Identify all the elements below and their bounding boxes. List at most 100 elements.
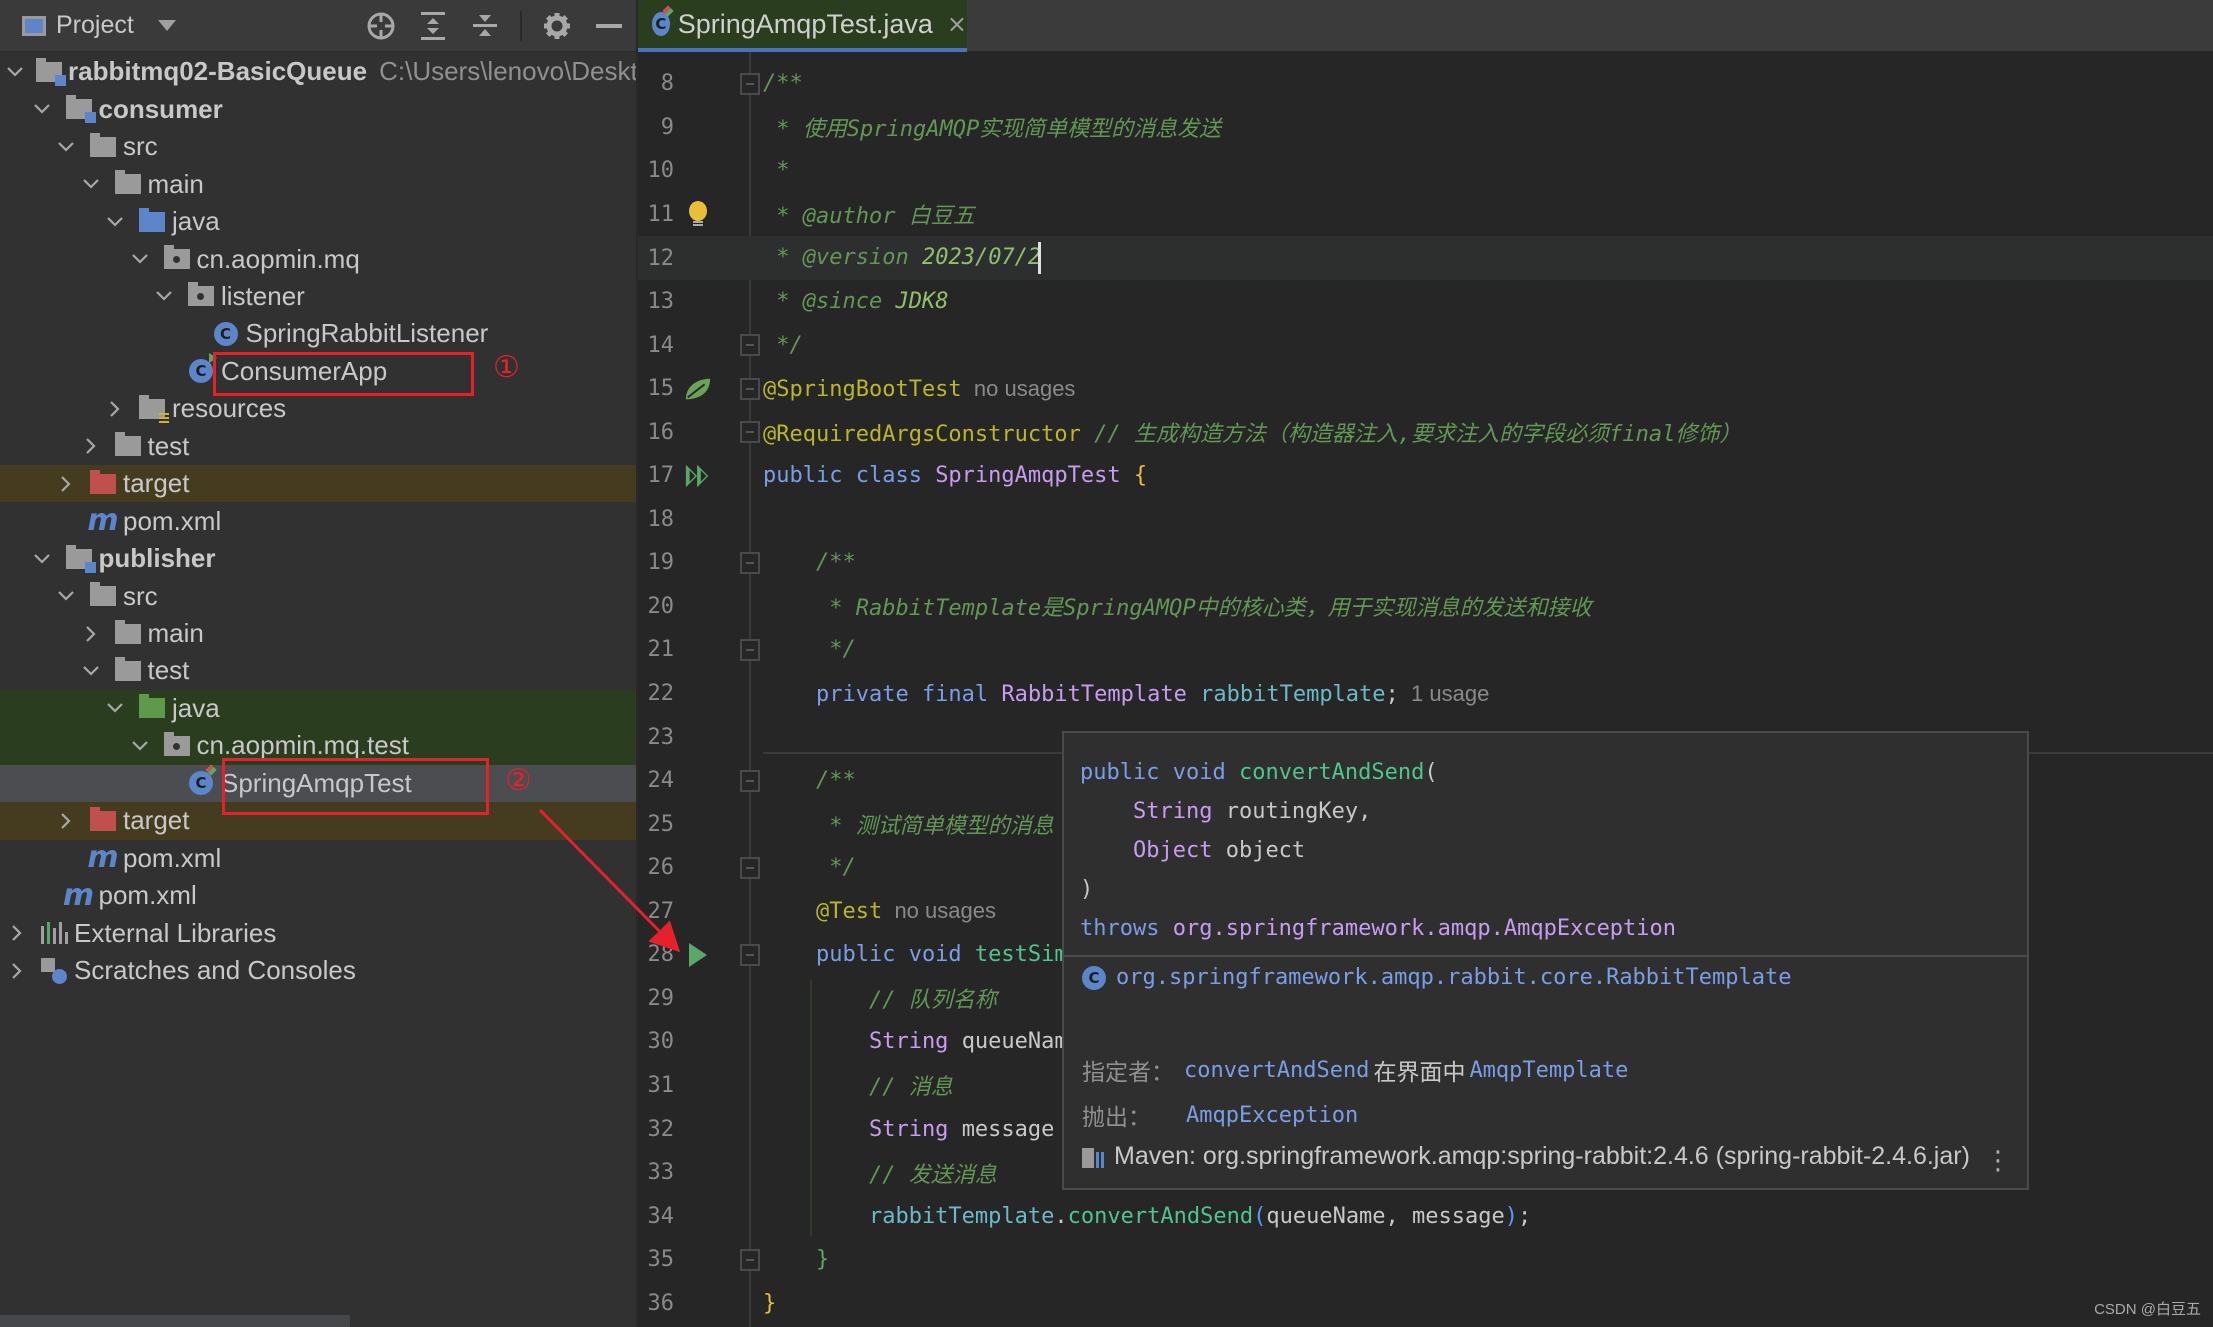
chevron-right-icon[interactable] [6,922,28,944]
code-line[interactable]: 19 /** [638,541,2213,585]
inlay-usage-hint[interactable]: no usages [882,898,996,923]
chevron-right-icon[interactable] [80,435,102,457]
code-line[interactable]: 36} [638,1281,2213,1325]
tree-item[interactable]: m pom.xml [0,839,636,877]
tree-item[interactable]: main [0,615,636,653]
tree-item[interactable]: src [0,128,636,166]
line-number[interactable]: 19 [638,550,675,575]
code-line[interactable]: 13 * @since JDK8 [638,280,2213,324]
tree-item[interactable]: consumer [0,90,636,128]
chevron-down-icon[interactable] [153,285,175,307]
tree-item[interactable]: Scratches and Consoles [0,952,636,990]
expand-all-button[interactable] [416,9,450,43]
code-line[interactable]: 10 * [638,149,2213,193]
chevron-down-icon[interactable] [129,248,151,270]
chevron-down-icon[interactable] [6,61,24,83]
run-tests-icon[interactable] [684,462,712,490]
more-options-icon[interactable]: ⋮ [1985,1146,2011,1176]
options-button[interactable] [540,9,574,43]
code-line[interactable]: 11 * @author 白豆五 [638,193,2213,237]
tree-item[interactable]: rabbitmq02-BasicQueue C:\Users\lenovo\Des… [0,53,636,91]
fold-end-icon[interactable] [740,421,760,444]
horizontal-scrollbar[interactable] [0,1315,350,1327]
line-number[interactable]: 34 [638,1204,675,1229]
line-number[interactable]: 36 [638,1291,675,1316]
line-number[interactable]: 12 [638,246,675,271]
inlay-usage-hint[interactable]: no usages [962,376,1076,401]
line-number[interactable]: 10 [638,158,675,183]
line-number[interactable]: 33 [638,1160,675,1185]
fold-end-icon[interactable] [740,856,760,879]
code-line[interactable]: 34 rabbitTemplate.convertAndSend(queueNa… [638,1194,2213,1238]
collapse-all-button[interactable] [468,9,502,43]
line-number[interactable]: 25 [638,812,675,837]
code-line[interactable]: 20 * RabbitTemplate是SpringAMQP中的核心类，用于实现… [638,585,2213,629]
inlay-usage-hint[interactable]: 1 usage [1399,681,1489,706]
line-number[interactable]: 16 [638,420,675,445]
run-test-icon[interactable] [684,941,712,969]
chevron-down-icon[interactable] [55,136,77,158]
line-number[interactable]: 28 [638,942,675,967]
chevron-right-icon[interactable] [6,960,28,982]
specified-interface-link[interactable]: AmqpTemplate [1469,1058,1628,1083]
tree-item[interactable]: listener [0,278,636,316]
tree-item[interactable]: java [0,689,636,728]
line-number[interactable]: 32 [638,1117,675,1142]
chevron-down-icon[interactable] [31,98,53,120]
line-number[interactable]: 30 [638,1029,675,1054]
code-line[interactable]: 8 /** [638,62,2213,106]
tree-item[interactable]: target [0,464,636,503]
specified-method-link[interactable]: convertAndSend [1184,1058,1369,1083]
line-number[interactable]: 26 [638,855,675,880]
line-number[interactable]: 14 [638,333,675,358]
chevron-down-icon[interactable] [80,173,102,195]
tree-item[interactable]: resources [0,390,636,428]
code-line[interactable]: 22 private final RabbitTemplate rabbitTe… [638,672,2213,716]
tree-item[interactable]: test [0,652,636,690]
chevron-right-icon[interactable] [55,473,77,495]
project-view-selector[interactable]: Project [56,11,134,40]
chevron-down-icon[interactable] [31,548,53,570]
code-line[interactable]: 14 */ [638,323,2213,367]
chevron-down-icon[interactable] [129,735,151,757]
tab-spring-amqp-test[interactable]: C SpringAmqpTest.java × [638,0,967,52]
intention-bulb-icon[interactable] [684,200,712,229]
hide-panel-button[interactable] [592,9,626,43]
chevron-down-icon[interactable] [104,697,126,719]
chevron-right-icon[interactable] [104,398,126,420]
chevron-down-icon[interactable] [55,585,77,607]
tree-item[interactable]: C SpringAmqpTest [0,764,636,803]
tree-item[interactable]: test [0,428,636,466]
tree-item[interactable]: main [0,165,636,203]
fold-collapse-icon[interactable] [740,73,760,95]
line-number[interactable]: 22 [638,681,675,706]
line-number[interactable]: 9 [638,115,674,140]
code-line[interactable]: 17 public class SpringAmqpTest { [638,454,2213,498]
line-number[interactable]: 8 [638,71,674,96]
line-number[interactable]: 17 [638,463,675,488]
line-number[interactable]: 18 [638,507,675,532]
code-line[interactable]: 18 [638,498,2213,542]
line-number[interactable]: 20 [638,594,675,619]
tree-item[interactable]: src [0,577,636,615]
tree-item[interactable]: target [0,802,636,840]
chevron-down-icon[interactable] [157,20,176,31]
fold-end-icon[interactable] [740,639,760,662]
code-line[interactable]: 21 */ [638,628,2213,672]
tree-item[interactable]: External Libraries [0,914,636,952]
fold-collapse-icon[interactable] [740,552,760,575]
tree-item[interactable]: m pom.xml [0,877,636,915]
chevron-right-icon[interactable] [55,810,77,832]
line-number[interactable]: 11 [638,202,675,227]
line-number[interactable]: 21 [638,637,675,662]
spring-bean-icon[interactable] [684,375,712,403]
line-number[interactable]: 13 [638,289,675,314]
tree-item[interactable]: cn.aopmin.mq [0,240,636,278]
select-opened-file-button[interactable] [364,9,398,43]
chevron-down-icon[interactable] [104,211,126,233]
close-icon[interactable]: × [947,10,967,38]
line-number[interactable]: 24 [638,768,675,793]
code-line[interactable]: 16 @RequiredArgsConstructor // 生成构造方法（构造器… [638,410,2213,454]
line-number[interactable]: 29 [638,986,675,1011]
fold-end-icon[interactable] [740,334,760,357]
